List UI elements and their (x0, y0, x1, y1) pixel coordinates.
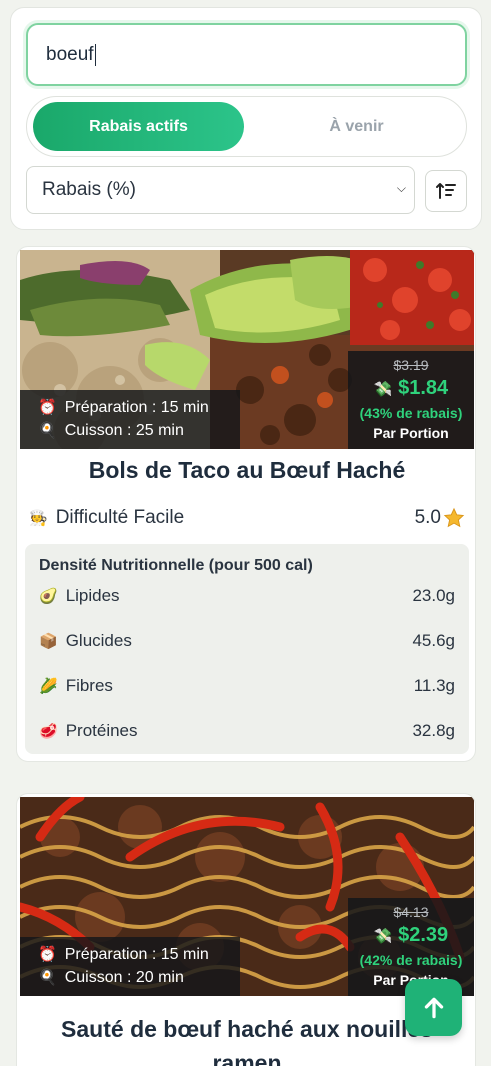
sort-select[interactable]: Rabais (%) ⌵ (26, 166, 415, 214)
tab-active-discounts[interactable]: Rabais actifs (33, 102, 244, 151)
per-portion-label: Par Portion (373, 425, 449, 441)
nutrient-value: 45.6g (412, 631, 455, 650)
discount-percent: (42% de rabais) (359, 952, 463, 968)
recipe-photo: ⏰ Préparation : 15 min 🍳 Cuisson : 20 min … (20, 797, 474, 996)
alarm-clock-icon: ⏰ (38, 398, 57, 416)
discount-percent: (43% de rabais) (359, 405, 463, 421)
filters-panel: boeuf Rabais actifs À venir Rabais (%) ⌵ (10, 7, 482, 230)
nutrient-value: 11.3g (413, 676, 455, 695)
cook-icon: 🧑‍🍳 (29, 509, 48, 527)
nutrition-row: 🥩 Protéines 32.8g (39, 721, 455, 741)
meat-icon: 🥩 (39, 722, 58, 740)
difficulty: 🧑‍🍳 Difficulté Facile (29, 507, 184, 529)
nutrition-row: 📦 Glucides 45.6g (39, 631, 455, 651)
time-overlay: ⏰ Préparation : 15 min 🍳 Cuisson : 20 min (20, 937, 240, 996)
new-price: $1.84 (398, 377, 449, 399)
search-value: boeuf (46, 43, 94, 65)
nutrient-value: 32.8g (412, 721, 455, 740)
nutrition-row: 🌽 Fibres 11.3g (39, 676, 455, 696)
arrow-up-icon (424, 997, 443, 1018)
corn-icon: 🌽 (39, 677, 58, 695)
time-overlay: ⏰ Préparation : 15 min 🍳 Cuisson : 25 min (20, 390, 240, 449)
alarm-clock-icon: ⏰ (38, 945, 57, 963)
frying-pan-icon: 🍳 (38, 968, 57, 986)
cook-time: Cuisson : 20 min (64, 969, 184, 986)
nutrient-label: Protéines (65, 721, 138, 740)
recipe-photo: ⏰ Préparation : 15 min 🍳 Cuisson : 25 min … (20, 250, 474, 449)
sort-selected-value: Rabais (%) (42, 179, 136, 200)
rating-value: 5.0 (414, 507, 441, 528)
discount-tabs: Rabais actifs À venir (26, 96, 467, 157)
nutrition-panel: Densité Nutritionnelle (pour 500 cal) 🥑 L… (25, 544, 469, 754)
new-price-row: 💸 $1.84 (348, 373, 474, 404)
star-icon (443, 507, 465, 528)
package-icon: 📦 (39, 632, 58, 650)
old-price: $4.13 (393, 904, 429, 920)
nutrient-label: Glucides (65, 631, 132, 650)
sort-ascending-icon (436, 183, 456, 199)
recipe-card[interactable]: ⏰ Préparation : 15 min 🍳 Cuisson : 25 min … (16, 246, 476, 762)
nutrition-row: 🥑 Lipides 23.0g (39, 586, 455, 606)
frying-pan-icon: 🍳 (38, 421, 57, 439)
chevron-down-icon: ⌵ (396, 181, 406, 195)
difficulty-label: Difficulté Facile (55, 507, 185, 528)
prep-time: Préparation : 15 min (64, 946, 209, 963)
prep-time: Préparation : 15 min (64, 399, 209, 416)
nutrition-title: Densité Nutritionnelle (pour 500 cal) (39, 557, 313, 574)
text-caret (94, 43, 96, 66)
scroll-to-top-button[interactable] (405, 979, 462, 1036)
avocado-icon: 🥑 (39, 587, 58, 605)
tab-upcoming[interactable]: À venir (251, 102, 462, 151)
money-icon: 💸 (373, 927, 393, 945)
money-icon: 💸 (373, 380, 393, 398)
recipe-title-line: ramen (212, 1050, 282, 1066)
nutrient-label: Lipides (65, 586, 120, 605)
recipe-title[interactable]: Bols de Taco au Bœuf Haché (17, 457, 475, 484)
rating: 5.0 (415, 507, 465, 529)
new-price: $2.39 (398, 924, 449, 946)
nutrient-label: Fibres (65, 676, 113, 695)
new-price-row: 💸 $2.39 (348, 920, 474, 951)
sort-direction-button[interactable] (425, 170, 467, 212)
old-price: $3.19 (393, 357, 429, 373)
search-input[interactable]: boeuf (26, 23, 467, 86)
price-overlay: $3.19 💸 $1.84 (43% de rabais) Par Portio… (348, 351, 474, 449)
cook-time: Cuisson : 25 min (64, 422, 184, 439)
nutrient-value: 23.0g (412, 586, 455, 605)
